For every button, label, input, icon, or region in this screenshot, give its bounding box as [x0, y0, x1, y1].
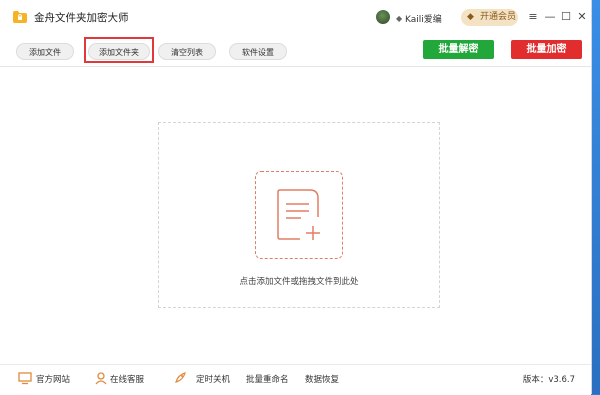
close-icon[interactable]: ✕	[575, 10, 589, 24]
add-file-button[interactable]: 添加文件	[16, 43, 74, 60]
rename-link[interactable]: 批量重命名	[246, 373, 289, 385]
vip-label: 开通会员	[480, 12, 517, 22]
support-link[interactable]: 在线客服	[110, 373, 144, 385]
settings-button[interactable]: 软件设置	[229, 43, 287, 60]
monitor-icon	[18, 372, 32, 385]
desktop-background	[591, 0, 600, 394]
vip-button[interactable]: ◆ 开通会员	[461, 9, 518, 26]
shutdown-link[interactable]: 定时关机	[196, 373, 230, 385]
username[interactable]: Kaili爱编	[405, 12, 442, 25]
website-link[interactable]: 官方网站	[36, 373, 70, 385]
rocket-icon	[175, 372, 186, 383]
clear-list-button[interactable]: 清空列表	[158, 43, 216, 60]
maximize-icon[interactable]: ☐	[559, 10, 573, 24]
add-document-icon	[277, 189, 320, 240]
drop-hint: 点击添加文件或拖拽文件到此处	[239, 277, 359, 287]
diamond-icon: ◆	[467, 12, 474, 22]
menu-icon[interactable]: ≡	[526, 10, 540, 24]
app-title: 金舟文件夹加密大师	[34, 12, 129, 24]
folder-lock-icon	[13, 11, 27, 23]
title-bar: 金舟文件夹加密大师 ◆ Kaili爱编 ◆ 开通会员 ≡ — ☐ ✕	[0, 0, 591, 34]
selection-highlight	[84, 37, 154, 63]
add-file-dropzone-button[interactable]	[255, 171, 343, 259]
user-support-icon	[95, 372, 107, 385]
avatar[interactable]	[376, 10, 390, 24]
recovery-link[interactable]: 数据恢复	[305, 373, 339, 385]
bulk-encrypt-button[interactable]: 批量加密	[511, 40, 582, 59]
app-window: 金舟文件夹加密大师 ◆ Kaili爱编 ◆ 开通会员 ≡ — ☐ ✕ 添加文件 …	[0, 0, 592, 395]
version-label: 版本：v3.6.7	[522, 375, 575, 385]
status-bar: 官方网站 在线客服 定时关机 批量重命名 数据恢复 版本：v3.6.7	[0, 364, 591, 395]
minimize-icon[interactable]: —	[543, 10, 557, 24]
bulk-decrypt-button[interactable]: 批量解密	[423, 40, 494, 59]
diamond-icon: ◆	[396, 14, 403, 23]
